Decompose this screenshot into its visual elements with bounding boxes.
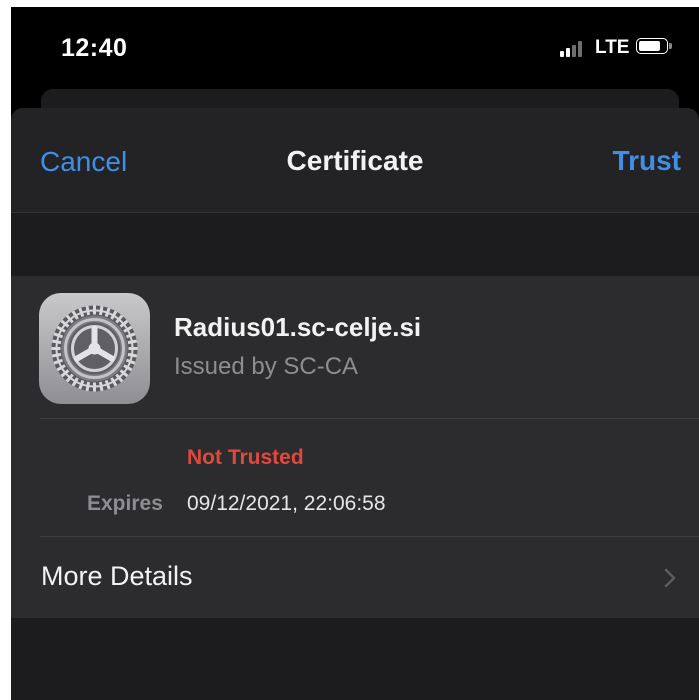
more-details-row[interactable]: More Details — [11, 537, 699, 617]
page-title: Certificate — [286, 145, 424, 176]
cellular-signal-icon — [560, 41, 588, 57]
expires-value: 09/12/2021, 22:06:58 — [187, 492, 386, 515]
certificate-name: Radius01.sc-celje.si — [174, 312, 422, 342]
status-bar: 12:40 LTE — [11, 7, 699, 87]
expires-label: Expires — [87, 492, 163, 515]
certificate-card: Radius01.sc-celje.si Issued by SC-CA Not… — [11, 276, 699, 618]
trust-status-label: Not Trusted — [187, 446, 304, 469]
settings-gear-icon — [39, 293, 150, 404]
trust-button[interactable]: Trust — [613, 145, 681, 177]
phone-screen: 12:40 LTE Cancel Certificate Trust Radiu… — [11, 7, 699, 700]
divider — [40, 418, 699, 419]
more-details-label: More Details — [41, 561, 193, 591]
chevron-right-icon — [664, 568, 676, 588]
certificate-sheet: Cancel Certificate Trust Radius01.sc-cel… — [11, 108, 699, 700]
network-type: LTE — [595, 37, 630, 58]
battery-icon — [636, 38, 674, 56]
status-time: 12:40 — [61, 34, 128, 62]
navigation-bar: Cancel Certificate Trust — [11, 108, 699, 213]
certificate-issuer: Issued by SC-CA — [174, 353, 359, 380]
